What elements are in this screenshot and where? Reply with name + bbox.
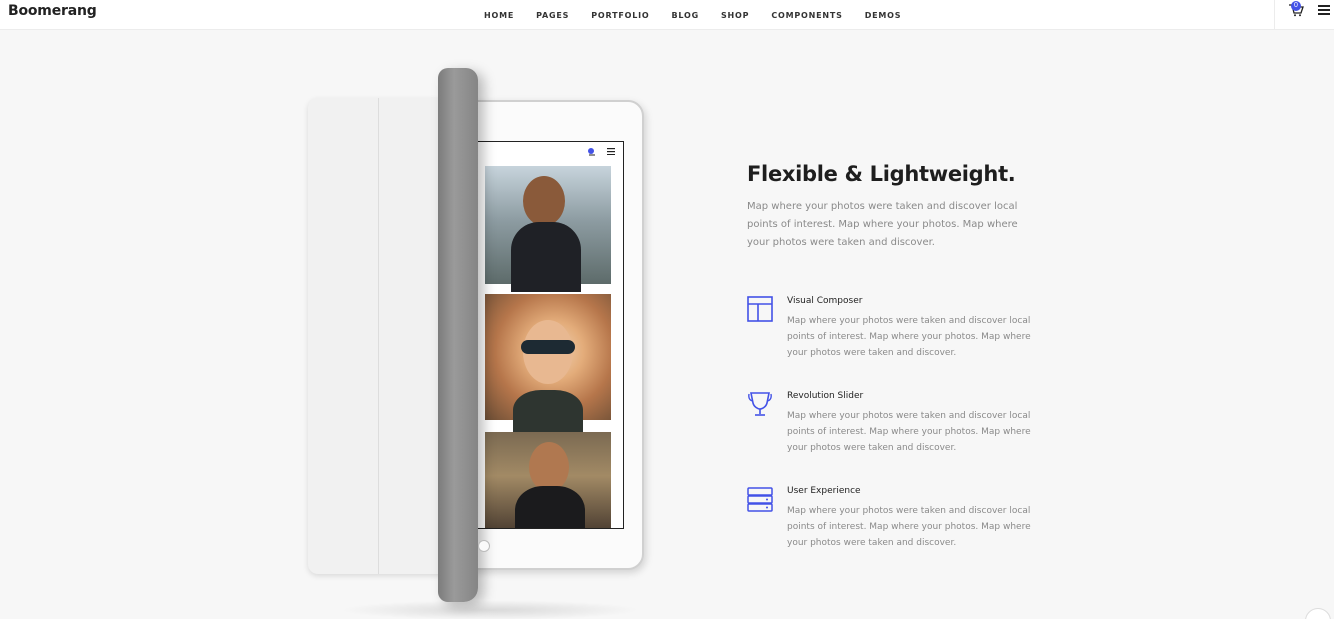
photo-woman-sunglasses bbox=[485, 294, 611, 440]
nav-home[interactable]: HOME bbox=[484, 11, 514, 20]
tablet-home-button bbox=[478, 540, 490, 552]
header-actions: 0 bbox=[1274, 0, 1334, 30]
nav-portfolio[interactable]: PORTFOLIO bbox=[591, 11, 649, 20]
nav-shop[interactable]: SHOP bbox=[721, 11, 749, 20]
nav-blog[interactable]: BLOG bbox=[672, 11, 699, 20]
section-title: Flexible & Lightweight. bbox=[747, 162, 1016, 186]
layout-icon bbox=[747, 296, 773, 322]
trophy-icon bbox=[748, 392, 772, 416]
server-icon bbox=[747, 487, 773, 512]
feature-title: User Experience bbox=[787, 486, 861, 496]
feature-title: Visual Composer bbox=[787, 296, 863, 306]
main-nav: HOME PAGES PORTFOLIO BLOG SHOP COMPONENT… bbox=[484, 0, 923, 30]
section-intro: Map where your photos were taken and dis… bbox=[747, 201, 1018, 248]
scroll-top-button[interactable] bbox=[1305, 608, 1331, 619]
cart-icon bbox=[588, 148, 595, 156]
menu-icon bbox=[607, 148, 615, 155]
tablet-shadow bbox=[340, 600, 640, 619]
tablet-case bbox=[308, 98, 458, 574]
photo-smiling-man bbox=[485, 432, 611, 528]
photo-bearded-man bbox=[485, 166, 611, 292]
feature-description: Map where your photos were taken and dis… bbox=[787, 411, 1031, 453]
nav-demos[interactable]: DEMOS bbox=[865, 11, 902, 20]
tablet-mockup bbox=[300, 60, 660, 619]
nav-components[interactable]: COMPONENTS bbox=[771, 11, 842, 20]
feature-description: Map where your photos were taken and dis… bbox=[787, 316, 1031, 358]
feature-description: Map where your photos were taken and dis… bbox=[787, 506, 1031, 548]
brand-logo[interactable]: Boomerang bbox=[8, 3, 97, 19]
tablet-screen bbox=[472, 141, 624, 529]
menu-icon[interactable] bbox=[1318, 5, 1330, 15]
feature-title: Revolution Slider bbox=[787, 391, 864, 401]
tablet-screen-header bbox=[473, 142, 623, 164]
nav-pages[interactable]: PAGES bbox=[536, 11, 569, 20]
tablet-cover-flap bbox=[438, 68, 478, 602]
site-header: Boomerang HOME PAGES PORTFOLIO BLOG SHOP… bbox=[0, 0, 1334, 30]
cart-count-badge: 0 bbox=[1291, 1, 1301, 11]
